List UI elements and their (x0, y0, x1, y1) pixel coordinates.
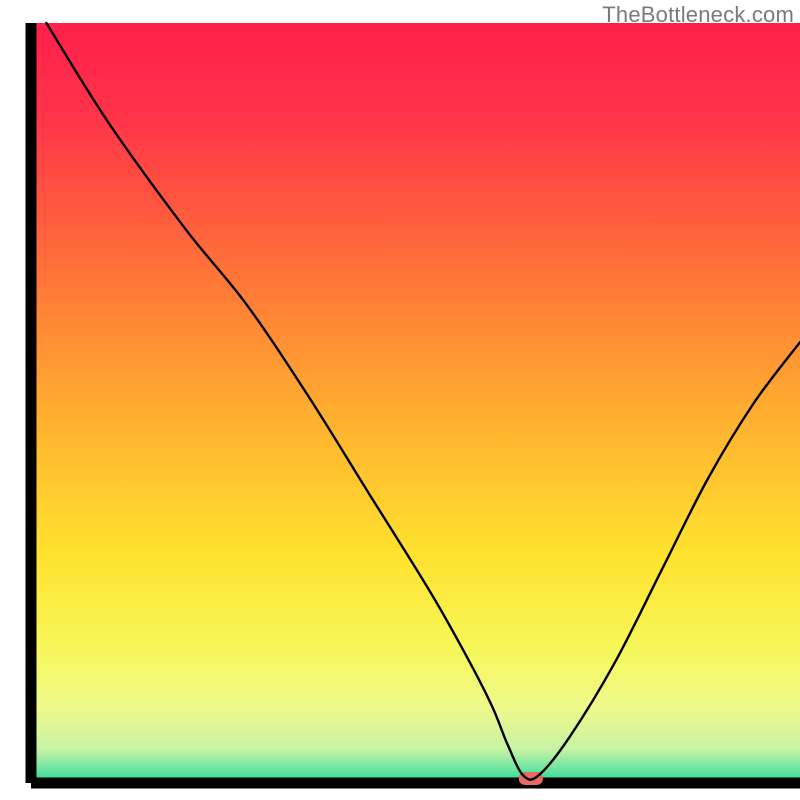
chart-svg (0, 0, 800, 800)
watermark-text: TheBottleneck.com (602, 2, 794, 28)
bottleneck-chart: TheBottleneck.com (0, 0, 800, 800)
chart-background (31, 23, 800, 783)
